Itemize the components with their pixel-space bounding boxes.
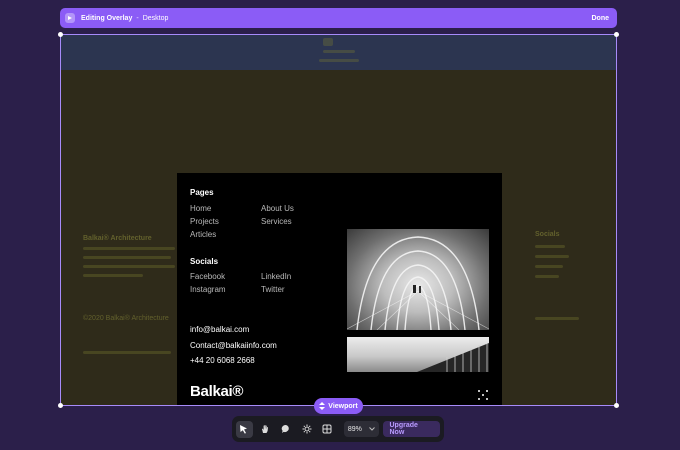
link-projects[interactable]: Projects (190, 217, 219, 226)
viewport-button[interactable]: Viewport (314, 398, 363, 414)
overlay-title: Editing Overlay (81, 14, 133, 22)
socials-heading: Socials (190, 257, 219, 266)
pages-heading: Pages (190, 188, 214, 197)
hand-icon (262, 425, 269, 433)
architecture-photo-corridor (347, 229, 489, 330)
bg-copyright: ©2020 Balkai® Architecture (83, 315, 169, 322)
architecture-photo-building (347, 337, 489, 372)
zoom-select[interactable]: 89% (343, 421, 380, 437)
sun-icon (302, 424, 312, 434)
link-about-us[interactable]: About Us (261, 204, 294, 213)
grid-tool-button[interactable] (319, 421, 336, 438)
link-services[interactable]: Services (261, 217, 292, 226)
bg-text-line (83, 265, 175, 268)
chevron-down-icon (369, 427, 376, 431)
bg-logo-mark (323, 38, 333, 46)
cursor-tool-button[interactable] (236, 420, 253, 438)
bg-text-line (83, 256, 171, 259)
bg-socials-heading: Socials (535, 231, 560, 238)
link-home[interactable]: Home (190, 204, 211, 213)
link-articles[interactable]: Articles (190, 230, 216, 239)
resize-handle-bottom-left[interactable] (58, 403, 63, 408)
email-info[interactable]: info@balkai.com (190, 325, 249, 334)
overlay-icon (65, 13, 75, 23)
bg-text-line (83, 351, 171, 354)
phone-number[interactable]: +44 20 6068 2668 (190, 356, 255, 365)
grid-icon (322, 424, 332, 434)
canvas-frame[interactable]: Balkai® Architecture Socials ©2020 Balka… (60, 34, 617, 406)
link-linkedin[interactable]: LinkedIn (261, 272, 291, 281)
bg-text-line (323, 50, 355, 53)
cursor-icon (240, 425, 248, 434)
upgrade-now-button[interactable]: Upgrade Now (383, 421, 440, 437)
brand-logo: Balkai® (190, 383, 244, 400)
bg-text-line (83, 274, 143, 277)
bg-text-line (535, 275, 559, 278)
zoom-value: 89% (347, 425, 362, 433)
link-instagram[interactable]: Instagram (190, 285, 226, 294)
bg-text-line (535, 317, 579, 320)
resize-handle-top-left[interactable] (58, 32, 63, 37)
overlay-topbar: Editing Overlay - Desktop Done (60, 8, 617, 28)
bg-text-line (319, 59, 359, 62)
bg-text-line (535, 255, 569, 258)
bottom-toolbar: 89% Upgrade Now (232, 416, 444, 442)
comment-icon (281, 424, 289, 433)
scatter-dots-icon (478, 390, 488, 400)
resize-handle-bottom-right[interactable] (614, 403, 619, 408)
link-facebook[interactable]: Facebook (190, 272, 225, 281)
vertical-resize-icon (319, 402, 326, 410)
bg-text-line (83, 247, 175, 250)
email-contact[interactable]: Contact@balkaiinfo.com (190, 341, 277, 350)
hand-tool-button[interactable] (257, 421, 274, 438)
sun-tool-button[interactable] (298, 421, 315, 438)
title-separator: - (136, 14, 139, 22)
footer-card[interactable]: Pages Home Projects Articles About Us Se… (177, 173, 502, 405)
bg-text-line (535, 245, 565, 248)
comment-tool-button[interactable] (278, 421, 295, 438)
bg-brand-heading: Balkai® Architecture (83, 235, 152, 242)
bg-text-line (535, 265, 563, 268)
viewport-label: Viewport (328, 402, 358, 410)
link-twitter[interactable]: Twitter (261, 285, 285, 294)
done-button[interactable]: Done (592, 15, 610, 22)
resize-handle-top-right[interactable] (614, 32, 619, 37)
device-mode[interactable]: Desktop (143, 15, 169, 22)
